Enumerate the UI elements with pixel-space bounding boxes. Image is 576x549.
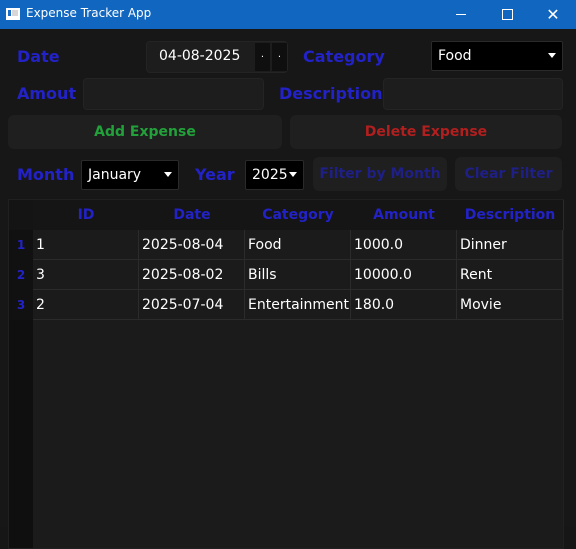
minimize-icon xyxy=(456,14,466,15)
maximize-icon xyxy=(501,9,513,20)
date-edit[interactable]: 04-08-2025 · · xyxy=(146,41,288,73)
close-icon: ✕ xyxy=(546,4,560,24)
maximize-button[interactable] xyxy=(484,0,530,29)
row-header-2[interactable]: 2 xyxy=(9,260,33,290)
chevron-down-icon xyxy=(289,172,297,177)
month-select[interactable]: January xyxy=(81,160,179,190)
description-label: Description xyxy=(279,84,383,103)
table-cell[interactable]: 2025-08-04 xyxy=(139,230,245,260)
category-select[interactable]: Food xyxy=(431,41,563,71)
app-client: Date 04-08-2025 · · Category Food Amout … xyxy=(0,29,576,549)
table-cell[interactable]: 2025-07-04 xyxy=(139,290,245,320)
app-icon xyxy=(6,8,20,20)
date-label: Date xyxy=(17,47,60,66)
amount-label: Amout xyxy=(17,84,77,103)
header-amount[interactable]: Amount xyxy=(351,200,458,230)
table-cell[interactable]: Entertainment xyxy=(245,290,351,320)
table-cell[interactable]: Food xyxy=(245,230,351,260)
chevron-down-icon xyxy=(164,172,172,177)
chevron-down-icon xyxy=(548,53,556,58)
table-cell[interactable]: 10000.0 xyxy=(351,260,457,290)
amount-input[interactable] xyxy=(83,78,264,110)
table-cell[interactable]: Dinner xyxy=(457,230,563,260)
date-spin-up[interactable]: · xyxy=(255,43,270,71)
year-select[interactable]: 2025 xyxy=(245,160,304,190)
header-category[interactable]: Category xyxy=(245,200,352,230)
header-description[interactable]: Description xyxy=(457,200,564,230)
filter-by-month-button[interactable]: Filter by Month xyxy=(313,157,447,191)
month-value: January xyxy=(88,167,142,183)
year-value: 2025 xyxy=(252,167,288,183)
table-cell[interactable]: Movie xyxy=(457,290,563,320)
table-cell[interactable]: 1 xyxy=(33,230,139,260)
add-expense-button[interactable]: Add Expense xyxy=(8,115,282,149)
header-date[interactable]: Date xyxy=(139,200,246,230)
window-title: Expense Tracker App xyxy=(26,6,152,20)
table-cell[interactable]: 2025-08-02 xyxy=(139,260,245,290)
row-header-1[interactable]: 1 xyxy=(9,230,33,260)
expense-table[interactable]: ID Date Category Amount Description 1 2 … xyxy=(8,199,564,549)
table-corner xyxy=(9,200,33,230)
month-label: Month xyxy=(17,165,75,184)
table-cell[interactable]: 2 xyxy=(33,290,139,320)
clear-filter-button[interactable]: Clear Filter xyxy=(455,157,562,191)
table-cell[interactable]: 1000.0 xyxy=(351,230,457,260)
year-label: Year xyxy=(195,165,235,184)
table-cell[interactable]: Bills xyxy=(245,260,351,290)
up-icon: · xyxy=(260,51,265,63)
date-value[interactable]: 04-08-2025 xyxy=(159,48,240,64)
table-cell[interactable]: Rent xyxy=(457,260,563,290)
down-icon: · xyxy=(277,51,282,63)
table-cell[interactable]: 180.0 xyxy=(351,290,457,320)
minimize-button[interactable] xyxy=(438,0,484,29)
title-bar: Expense Tracker App ✕ xyxy=(0,0,576,29)
close-button[interactable]: ✕ xyxy=(530,0,576,29)
row-header-3[interactable]: 3 xyxy=(9,290,33,320)
category-value: Food xyxy=(438,48,472,64)
header-id[interactable]: ID xyxy=(33,200,140,230)
table-cell[interactable]: 3 xyxy=(33,260,139,290)
description-input[interactable] xyxy=(383,78,563,110)
date-spin-down[interactable]: · xyxy=(272,43,287,71)
category-label: Category xyxy=(303,47,385,66)
delete-expense-button[interactable]: Delete Expense xyxy=(290,115,562,149)
